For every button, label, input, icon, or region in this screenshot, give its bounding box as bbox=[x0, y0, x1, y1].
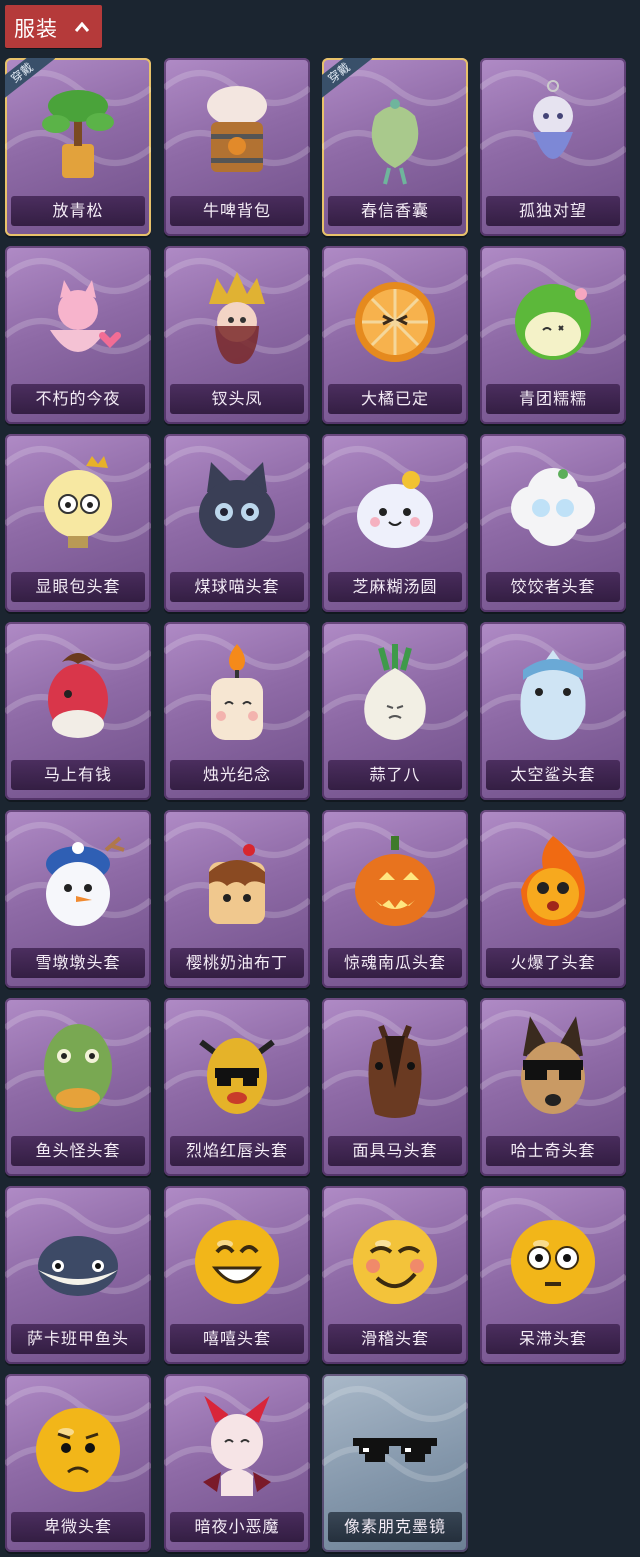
costume-item-name: 不朽的今夜 bbox=[11, 384, 145, 414]
costume-item-card[interactable]: 青团糯糯 bbox=[480, 246, 626, 424]
costume-item-card[interactable]: 呆滞头套 bbox=[480, 1186, 626, 1364]
costume-item-card[interactable]: 钗头凤 bbox=[164, 246, 310, 424]
green-dumpling-icon bbox=[503, 264, 603, 374]
costume-item-name: 春信香囊 bbox=[328, 196, 462, 226]
costume-item-card[interactable]: 孤独对望 bbox=[480, 58, 626, 236]
grin-emoji-icon bbox=[187, 1204, 287, 1314]
costume-item-name: 暗夜小恶魔 bbox=[170, 1512, 304, 1542]
doll-charm-icon bbox=[503, 76, 603, 186]
costume-item-name: 饺饺者头套 bbox=[486, 572, 620, 602]
costume-item-card[interactable]: 哈士奇头套 bbox=[480, 998, 626, 1176]
costume-item-card[interactable]: 马上有钱 bbox=[5, 622, 151, 800]
costume-item-card[interactable]: 樱桃奶油布丁 bbox=[164, 810, 310, 988]
costume-item-card[interactable]: 芝麻糊汤圆 bbox=[322, 434, 468, 612]
little-devil-icon bbox=[187, 1392, 287, 1502]
yellow-mask-sunglasses-icon bbox=[187, 1016, 287, 1126]
shy-emoji-icon bbox=[28, 1392, 128, 1502]
costume-item-card[interactable]: 穿戴 放青松 bbox=[5, 58, 151, 236]
costume-item-name: 雪墩墩头套 bbox=[11, 948, 145, 978]
costume-item-card[interactable]: 蒜了八 bbox=[322, 622, 468, 800]
fish-head-icon bbox=[28, 1204, 128, 1314]
costume-item-name: 滑稽头套 bbox=[328, 1324, 462, 1354]
costume-item-name: 像素朋克墨镜 bbox=[328, 1512, 462, 1542]
costume-item-card[interactable]: 牛啤背包 bbox=[164, 58, 310, 236]
costume-item-card[interactable]: 煤球喵头套 bbox=[164, 434, 310, 612]
costume-item-name: 煤球喵头套 bbox=[170, 572, 304, 602]
costume-item-name: 火爆了头套 bbox=[486, 948, 620, 978]
costume-item-name: 太空鲨头套 bbox=[486, 760, 620, 790]
bonsai-tree-icon bbox=[28, 76, 128, 186]
red-horse-head-icon bbox=[28, 640, 128, 750]
lightbulb-head-icon bbox=[28, 452, 128, 562]
costume-item-name: 烛光纪念 bbox=[170, 760, 304, 790]
costume-item-name: 烈焰红唇头套 bbox=[170, 1136, 304, 1166]
pumpkin-head-icon bbox=[345, 828, 445, 938]
costume-item-card[interactable]: 像素朋克墨镜 bbox=[322, 1374, 468, 1552]
costume-item-name: 面具马头套 bbox=[328, 1136, 462, 1166]
costume-item-name: 牛啤背包 bbox=[170, 196, 304, 226]
costume-item-name: 芝麻糊汤圆 bbox=[328, 572, 462, 602]
husky-head-icon bbox=[503, 1016, 603, 1126]
beer-barrel-cow-icon bbox=[187, 76, 287, 186]
costume-item-card[interactable]: 不朽的今夜 bbox=[5, 246, 151, 424]
costume-item-card[interactable]: 大橘已定 bbox=[322, 246, 468, 424]
costume-item-name: 青团糯糯 bbox=[486, 384, 620, 414]
costume-item-name: 惊魂南瓜头套 bbox=[328, 948, 462, 978]
fire-head-icon bbox=[503, 828, 603, 938]
costume-item-name: 樱桃奶油布丁 bbox=[170, 948, 304, 978]
costume-item-name: 钗头凤 bbox=[170, 384, 304, 414]
costume-item-card[interactable]: 雪墩墩头套 bbox=[5, 810, 151, 988]
costume-item-name: 显眼包头套 bbox=[11, 572, 145, 602]
smirk-emoji-icon bbox=[345, 1204, 445, 1314]
costume-item-name: 哈士奇头套 bbox=[486, 1136, 620, 1166]
costume-item-name: 卑微头套 bbox=[11, 1512, 145, 1542]
costume-item-card[interactable]: 饺饺者头套 bbox=[480, 434, 626, 612]
rice-ball-icon bbox=[345, 452, 445, 562]
sachet-pouch-icon bbox=[345, 76, 445, 186]
costume-item-name: 孤独对望 bbox=[486, 196, 620, 226]
costume-item-name: 蒜了八 bbox=[328, 760, 462, 790]
candle-head-icon bbox=[187, 640, 287, 750]
costume-item-card[interactable]: 火爆了头套 bbox=[480, 810, 626, 988]
costume-item-card[interactable]: 穿戴 春信香囊 bbox=[322, 58, 468, 236]
orange-slice-icon bbox=[345, 264, 445, 374]
costume-item-card[interactable]: 暗夜小恶魔 bbox=[164, 1374, 310, 1552]
costume-item-card[interactable]: 卑微头套 bbox=[5, 1374, 151, 1552]
costume-item-card[interactable]: 太空鲨头套 bbox=[480, 622, 626, 800]
fish-mask-icon bbox=[28, 1016, 128, 1126]
costume-item-card[interactable]: 面具马头套 bbox=[322, 998, 468, 1176]
garlic-head-icon bbox=[345, 640, 445, 750]
snowman-head-icon bbox=[28, 828, 128, 938]
costume-item-card[interactable]: 萨卡班甲鱼头 bbox=[5, 1186, 151, 1364]
cloud-head-icon bbox=[503, 452, 603, 562]
black-cat-head-icon bbox=[187, 452, 287, 562]
costume-item-name: 嘻嘻头套 bbox=[170, 1324, 304, 1354]
pixel-sunglasses-icon bbox=[345, 1392, 445, 1502]
horse-mask-icon bbox=[345, 1016, 445, 1126]
pudding-head-icon bbox=[187, 828, 287, 938]
costume-item-card[interactable]: 嘻嘻头套 bbox=[164, 1186, 310, 1364]
costume-item-name: 鱼头怪头套 bbox=[11, 1136, 145, 1166]
costume-item-card[interactable]: 鱼头怪头套 bbox=[5, 998, 151, 1176]
costume-item-name: 放青松 bbox=[11, 196, 145, 226]
costume-item-name: 呆滞头套 bbox=[486, 1324, 620, 1354]
phoenix-crown-icon bbox=[187, 264, 287, 374]
costume-item-card[interactable]: 烈焰红唇头套 bbox=[164, 998, 310, 1176]
costume-item-name: 萨卡班甲鱼头 bbox=[11, 1324, 145, 1354]
costume-item-card[interactable]: 烛光纪念 bbox=[164, 622, 310, 800]
costume-item-name: 马上有钱 bbox=[11, 760, 145, 790]
stare-emoji-icon bbox=[503, 1204, 603, 1314]
costume-item-name: 大橘已定 bbox=[328, 384, 462, 414]
costume-item-card[interactable]: 惊魂南瓜头套 bbox=[322, 810, 468, 988]
shark-head-icon bbox=[503, 640, 603, 750]
costume-grid: 穿戴 放青松 牛啤背包 穿戴 春信香囊 孤独对望不朽的今夜 钗头凤 大橘已定 青团糯糯显眼包头套… bbox=[0, 0, 640, 1557]
fox-bowl-icon bbox=[28, 264, 128, 374]
costume-item-card[interactable]: 滑稽头套 bbox=[322, 1186, 468, 1364]
costume-item-card[interactable]: 显眼包头套 bbox=[5, 434, 151, 612]
